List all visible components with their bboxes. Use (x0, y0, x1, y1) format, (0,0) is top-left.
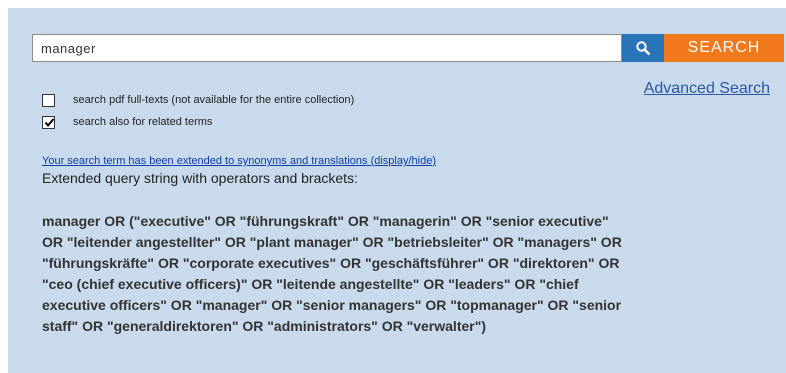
search-button[interactable]: SEARCH (664, 34, 784, 62)
pdf-fulltext-checkbox[interactable] (42, 93, 55, 107)
pdf-fulltext-label: search pdf full-texts (not available for… (73, 94, 355, 106)
search-input[interactable] (32, 34, 622, 62)
option-pdf-fulltext[interactable]: search pdf full-texts (not available for… (42, 92, 354, 108)
extended-terms-toggle-link[interactable]: Your search term has been extended to sy… (42, 155, 436, 167)
advanced-search-link[interactable]: Advanced Search (644, 80, 770, 98)
related-terms-label: search also for related terms (73, 116, 213, 128)
related-terms-checkbox[interactable] (42, 115, 55, 129)
magnifier-search-button[interactable] (622, 34, 664, 62)
search-panel: SEARCH Advanced Search search pdf full-t… (8, 8, 786, 373)
query-intro-text: Extended query string with operators and… (42, 170, 358, 186)
option-related-terms[interactable]: search also for related terms (42, 114, 212, 130)
search-icon (636, 41, 651, 56)
checkmark-icon (44, 117, 55, 127)
extended-query-string: manager OR ("executive" OR "führungskraf… (42, 213, 622, 334)
